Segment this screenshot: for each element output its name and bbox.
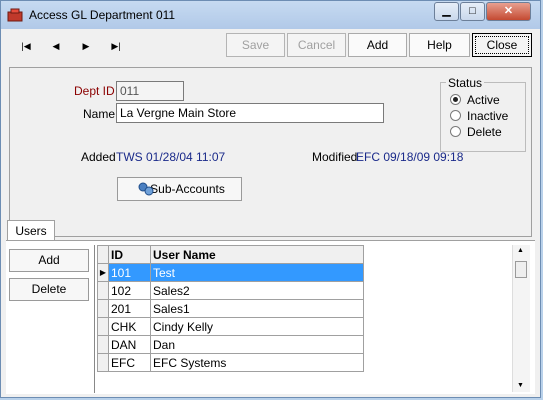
status-active-label: Active [467,93,500,107]
current-row-arrow-icon: ▶ [97,263,109,282]
next-record-button[interactable]: ▶ [74,38,98,54]
row-indicator [97,353,109,372]
app-window: Access GL Department 011 ▁ □ ✕ |◀ ◀ ▶ ▶|… [0,0,541,398]
table-row[interactable]: CHK Cindy Kelly [97,317,364,336]
users-tab-panel: Add Delete ID User Name ▶ 101 Test 102 Sales… [6,240,535,394]
row-indicator [97,299,109,318]
cancel-button[interactable]: Cancel [287,33,346,57]
sub-accounts-label: Sub-Accounts [150,182,225,196]
name-label: Name [83,107,116,121]
radio-selected-icon [450,94,461,105]
window-title: Access GL Department 011 [29,8,176,22]
cell-user-id[interactable]: 201 [108,299,151,318]
cell-user-id[interactable]: 102 [108,281,151,300]
status-legend: Status [446,76,485,90]
maximize-button[interactable]: □ [460,2,485,21]
department-panel: Dept ID 011 Name La Vergne Main Store St… [9,67,532,237]
close-window-button[interactable]: ✕ [486,2,531,21]
table-row[interactable]: 201 Sales1 [97,299,364,318]
row-indicator [97,281,109,300]
users-grid[interactable]: ID User Name ▶ 101 Test 102 Sales2 201 Sales1 C… [94,245,531,393]
cell-user-id[interactable]: 101 [108,263,151,282]
radio-unselected-icon [450,110,461,121]
table-row[interactable]: EFC EFC Systems [97,353,364,372]
last-record-button[interactable]: ▶| [104,38,128,54]
radio-unselected-icon [450,126,461,137]
scroll-down-icon[interactable]: ▼ [517,382,524,389]
prev-record-button[interactable]: ◀ [44,38,68,54]
add-user-button[interactable]: Add [9,249,89,272]
scroll-thumb[interactable] [515,261,527,278]
title-bar[interactable]: Access GL Department 011 ▁ □ ✕ [1,1,540,29]
name-field[interactable]: La Vergne Main Store [116,103,384,123]
help-button[interactable]: Help [409,33,470,57]
status-inactive-label: Inactive [467,109,509,123]
scroll-up-icon[interactable]: ▲ [517,247,524,254]
cell-user-name[interactable]: Dan [150,335,364,354]
sub-accounts-button[interactable]: Sub-Accounts [117,177,242,201]
column-header-id[interactable]: ID [108,245,151,264]
row-indicator-header [97,245,109,264]
column-header-user-name[interactable]: User Name [150,245,364,264]
cell-user-name[interactable]: Test [150,263,364,282]
grid-scrollbar[interactable]: ▲ ▼ [512,245,530,392]
table-row[interactable]: 102 Sales2 [97,281,364,300]
dept-id-label: Dept ID [74,84,115,98]
tab-users[interactable]: Users [7,220,55,241]
tab-strip: Users [6,220,535,242]
table-header-row: ID User Name [97,245,364,264]
row-indicator [97,317,109,336]
added-label: Added [81,150,116,164]
cell-user-name[interactable]: Sales2 [150,281,364,300]
row-indicator [97,335,109,354]
cell-user-name[interactable]: EFC Systems [150,353,364,372]
users-table: ID User Name ▶ 101 Test 102 Sales2 201 Sales1 C… [97,245,364,372]
modified-value: EFC 09/18/09 09:18 [356,150,464,164]
status-delete-label: Delete [467,125,502,139]
first-record-button[interactable]: |◀ [14,38,38,54]
cell-user-id[interactable]: DAN [108,335,151,354]
modified-label: Modified [312,150,358,164]
client-area: |◀ ◀ ▶ ▶| Save Cancel Add Help Close Dep… [6,29,535,394]
sub-accounts-icon [138,182,154,196]
close-button[interactable]: Close [472,33,532,57]
cell-user-id[interactable]: CHK [108,317,151,336]
table-row[interactable]: DAN Dan [97,335,364,354]
cell-user-id[interactable]: EFC [108,353,151,372]
cell-user-name[interactable]: Cindy Kelly [150,317,364,336]
delete-user-button[interactable]: Delete [9,278,89,301]
toolbar: |◀ ◀ ▶ ▶| Save Cancel Add Help Close [6,29,535,62]
added-value: TWS 01/28/04 11:07 [116,150,226,164]
add-button[interactable]: Add [348,33,407,57]
minimize-button[interactable]: ▁ [434,2,459,21]
app-icon [7,8,23,22]
dept-id-field[interactable]: 011 [116,81,184,101]
cell-user-name[interactable]: Sales1 [150,299,364,318]
save-button[interactable]: Save [226,33,285,57]
table-row[interactable]: ▶ 101 Test [97,263,364,282]
